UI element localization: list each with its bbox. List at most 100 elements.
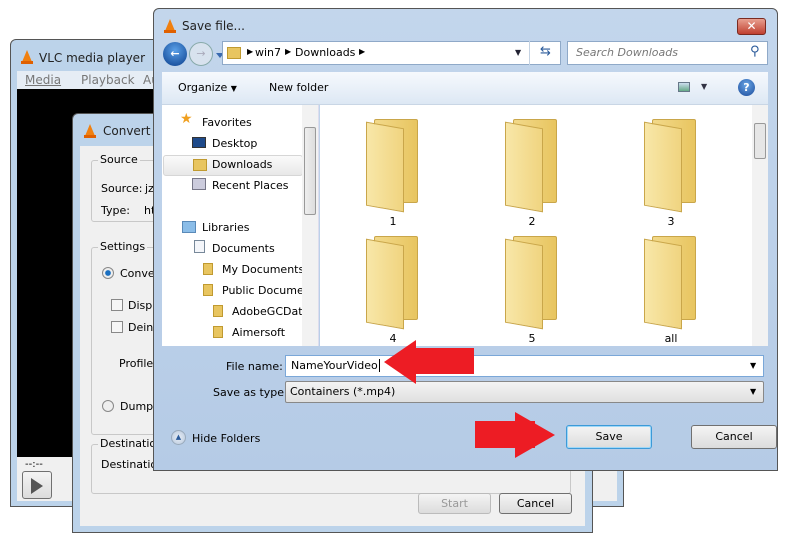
save-type-dropdown-icon: ▼ bbox=[750, 387, 757, 396]
organize-button[interactable]: Organize ▼ bbox=[178, 81, 237, 94]
new-folder-button[interactable]: New folder bbox=[269, 81, 328, 94]
save-type-value: Containers (*.mp4) bbox=[290, 385, 396, 398]
file-pane: 1 2 3 4 5 all bbox=[320, 105, 768, 346]
organize-dropdown-icon: ▼ bbox=[230, 84, 237, 93]
public-documents-icon bbox=[203, 284, 213, 296]
view-options-icon[interactable] bbox=[678, 82, 690, 92]
convert-cone-icon bbox=[84, 124, 96, 138]
save-title: Save file... bbox=[182, 19, 245, 33]
save-type-select[interactable]: Containers (*.mp4) ▼ bbox=[285, 381, 764, 403]
time-label: --:-- bbox=[25, 459, 43, 470]
file-name-label: File name: bbox=[226, 360, 283, 373]
menu-media[interactable]: Media bbox=[25, 73, 61, 87]
nav-public-documents[interactable]: Public Docume bbox=[222, 284, 304, 297]
downloads-icon bbox=[193, 159, 207, 171]
source-group-label: Source bbox=[98, 153, 140, 166]
folder-item[interactable]: 4 bbox=[358, 236, 428, 346]
folder-label: all bbox=[664, 332, 678, 345]
annotation-arrow-right bbox=[475, 412, 565, 460]
address-dropdown-icon[interactable]: ▼ bbox=[515, 48, 521, 57]
file-name-input[interactable]: NameYourVideo ▼ bbox=[285, 355, 764, 377]
folder-label: 3 bbox=[667, 215, 675, 228]
folder-item[interactable]: 1 bbox=[358, 119, 428, 229]
recent-places-icon bbox=[192, 178, 206, 190]
folder-label: 1 bbox=[389, 215, 397, 228]
close-button[interactable]: ✕ bbox=[737, 18, 766, 35]
search-icon: ⚲ bbox=[750, 44, 760, 59]
folder-front bbox=[644, 238, 682, 330]
annotation-arrow-left bbox=[384, 340, 474, 388]
close-icon: ✕ bbox=[746, 19, 757, 33]
forward-arrow-icon: → bbox=[196, 47, 206, 60]
display-checkbox[interactable] bbox=[111, 299, 123, 311]
folder-front bbox=[366, 238, 404, 330]
breadcrumb-sep-icon: ▶ bbox=[285, 47, 292, 56]
convert-radio[interactable] bbox=[102, 267, 114, 279]
folder-item[interactable]: 3 bbox=[636, 119, 706, 229]
profile-label: Profile bbox=[119, 357, 154, 370]
nav-my-documents[interactable]: My Documents bbox=[222, 263, 304, 276]
convert-cancel-button[interactable]: Cancel bbox=[499, 493, 572, 514]
folder-label: 2 bbox=[528, 215, 536, 228]
breadcrumb-sep-icon: ▶ bbox=[359, 47, 366, 56]
cancel-button[interactable]: Cancel bbox=[691, 425, 777, 449]
toolbar: Organize ▼ New folder ▼ ? bbox=[162, 72, 768, 105]
nav-adobegcdat[interactable]: AdobeGCDat bbox=[232, 305, 303, 318]
folder-item[interactable]: all bbox=[636, 236, 706, 346]
refresh-icon[interactable]: ⇆ bbox=[529, 41, 561, 65]
type-label: Type: bbox=[101, 204, 130, 217]
nav-downloads[interactable]: Downloads bbox=[212, 158, 272, 171]
folder-front bbox=[505, 238, 543, 330]
back-button[interactable]: ← bbox=[163, 42, 187, 66]
forward-button[interactable]: → bbox=[189, 42, 213, 66]
save-dialog: Save file... ✕ ← → ▶ win7 ▶ Downloads ▶ … bbox=[153, 8, 778, 471]
save-type-label: Save as type: bbox=[213, 386, 288, 399]
folder-item[interactable]: 2 bbox=[497, 119, 567, 229]
nav-recent-places[interactable]: Recent Places bbox=[212, 179, 289, 192]
adobe-folder-icon bbox=[213, 305, 223, 317]
vlc-cone-icon bbox=[21, 50, 33, 64]
breadcrumb-sep-icon: ▶ bbox=[247, 47, 254, 56]
file-name-value: NameYourVideo bbox=[291, 359, 380, 372]
nav-scroll-thumb[interactable] bbox=[304, 127, 316, 215]
folder-front bbox=[644, 121, 682, 213]
my-documents-icon bbox=[203, 263, 213, 275]
nav-documents[interactable]: Documents bbox=[212, 242, 275, 255]
search-input[interactable]: Search Downloads bbox=[576, 46, 678, 59]
desktop-icon bbox=[192, 137, 206, 148]
view-dropdown-icon[interactable]: ▼ bbox=[701, 82, 707, 91]
nav-desktop[interactable]: Desktop bbox=[212, 137, 257, 150]
nav-aimersoft[interactable]: Aimersoft bbox=[232, 326, 285, 339]
help-icon[interactable]: ? bbox=[738, 79, 755, 96]
nav-favorites[interactable]: Favorites bbox=[202, 116, 252, 129]
breadcrumb-win7[interactable]: win7 bbox=[255, 46, 281, 59]
file-name-dropdown-icon[interactable]: ▼ bbox=[750, 361, 756, 370]
file-scrollbar[interactable] bbox=[752, 105, 768, 346]
nav-scrollbar[interactable] bbox=[302, 105, 318, 346]
vlc-title: VLC media player bbox=[39, 51, 146, 65]
downloads-folder-icon bbox=[227, 47, 241, 59]
hide-folders-label: Hide Folders bbox=[192, 432, 261, 445]
address-bar[interactable]: ▶ win7 ▶ Downloads ▶ ▼ ⇆ bbox=[222, 41, 561, 65]
aimersoft-folder-icon bbox=[213, 326, 223, 338]
save-cone-icon bbox=[164, 19, 176, 33]
breadcrumb-downloads[interactable]: Downloads bbox=[295, 46, 355, 59]
settings-group-label: Settings bbox=[98, 240, 148, 253]
convert-title: Convert bbox=[103, 124, 151, 138]
folder-label: 5 bbox=[528, 332, 536, 345]
deinterlace-checkbox[interactable] bbox=[111, 321, 123, 333]
libraries-icon bbox=[182, 221, 196, 233]
dump-radio[interactable] bbox=[102, 400, 114, 412]
save-button[interactable]: Save bbox=[566, 425, 652, 449]
menu-playback[interactable]: Playback bbox=[81, 73, 135, 87]
search-box[interactable]: Search Downloads ⚲ bbox=[567, 41, 768, 65]
folder-item[interactable]: 5 bbox=[497, 236, 567, 346]
file-scroll-thumb[interactable] bbox=[754, 123, 766, 159]
navigation-pane: ★ Favorites Desktop Downloads Recent Pla… bbox=[162, 105, 319, 346]
organize-label: Organize bbox=[178, 81, 228, 94]
nav-libraries[interactable]: Libraries bbox=[202, 221, 250, 234]
start-button[interactable]: Start bbox=[418, 493, 491, 514]
play-button[interactable] bbox=[22, 471, 52, 499]
back-arrow-icon: ← bbox=[170, 47, 180, 60]
source-label: Source: bbox=[101, 182, 143, 195]
